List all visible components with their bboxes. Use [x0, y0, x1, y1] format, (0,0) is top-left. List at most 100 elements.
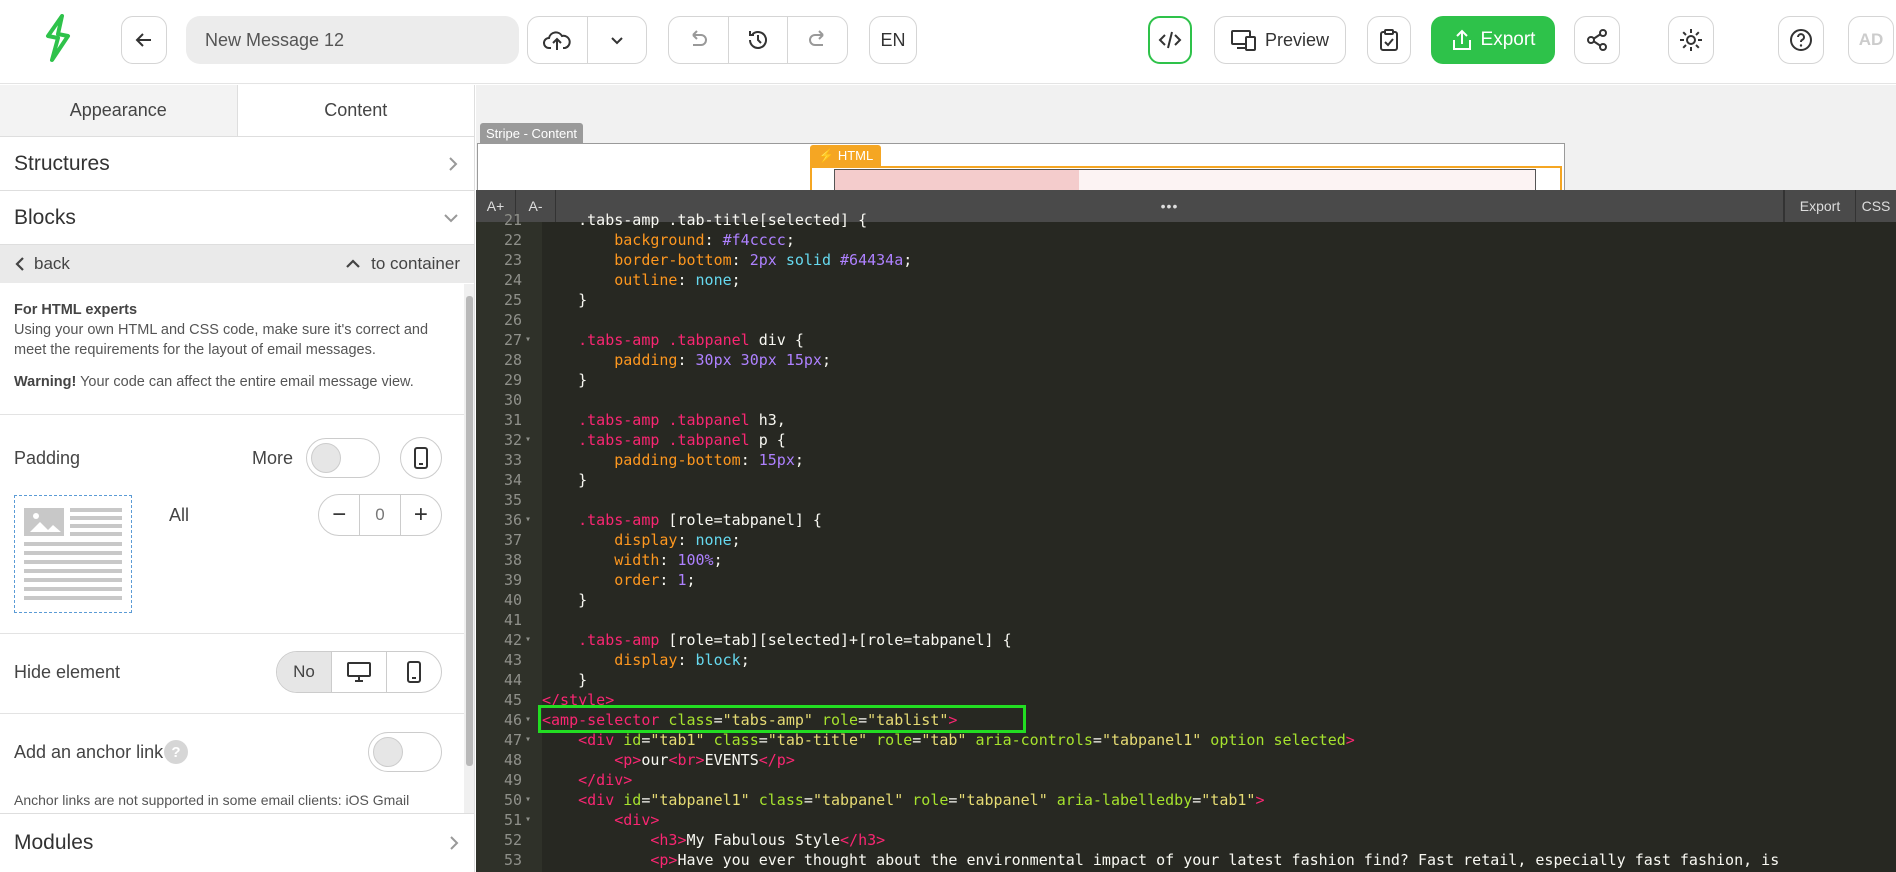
code-line[interactable]: 25 }	[476, 290, 1896, 310]
code-line[interactable]: 52 <h3>My Fabulous Style</h3>	[476, 830, 1896, 850]
code-line[interactable]: 34 }	[476, 470, 1896, 490]
code-line[interactable]: 42 ▾ .tabs-amp [role=tab][selected]+[role…	[476, 630, 1896, 650]
padding-preview	[14, 495, 132, 613]
code-line[interactable]: 28 padding: 30px 30px 15px;	[476, 350, 1896, 370]
language-button[interactable]: EN	[869, 16, 917, 64]
panel-scrollbar[interactable]	[464, 284, 474, 814]
code-line[interactable]: 24 outline: none;	[476, 270, 1896, 290]
share-button[interactable]	[1574, 16, 1620, 64]
anchor-toggle[interactable]	[368, 732, 442, 772]
code-token: :	[677, 531, 696, 549]
more-toggle[interactable]	[306, 438, 380, 478]
test-button[interactable]	[1367, 16, 1411, 64]
code-editor-button[interactable]	[1148, 16, 1192, 64]
code-line[interactable]: 51 ▾ <div>	[476, 810, 1896, 830]
mobile-icon	[407, 661, 421, 683]
code-line[interactable]: 30	[476, 390, 1896, 410]
stripe-tag[interactable]: Stripe - Content	[480, 123, 584, 144]
code-line[interactable]: 37 display: none;	[476, 530, 1896, 550]
fold-arrow-icon[interactable]: ▾	[525, 710, 531, 730]
fold-arrow-icon[interactable]: ▾	[525, 330, 531, 350]
hide-no-option[interactable]: No	[277, 652, 332, 692]
avatar[interactable]: AD	[1848, 16, 1894, 64]
help-button[interactable]	[1778, 16, 1824, 64]
line-number: 42	[503, 631, 522, 649]
preview-button[interactable]: Preview	[1214, 16, 1346, 64]
scrollbar-thumb[interactable]	[466, 296, 473, 766]
code-line[interactable]: 43 display: block;	[476, 650, 1896, 670]
logo-icon[interactable]	[40, 14, 76, 64]
code-line[interactable]: 49 </div>	[476, 770, 1896, 790]
message-title-input[interactable]	[186, 16, 519, 64]
code-line[interactable]: 23 border-bottom: 2px solid #64434a;	[476, 250, 1896, 270]
undo-button[interactable]	[669, 17, 729, 63]
structures-section[interactable]: Structures	[0, 137, 474, 191]
share-icon	[1587, 29, 1607, 51]
all-label: All	[169, 505, 190, 525]
html-block[interactable]	[810, 166, 1562, 190]
tab-appearance[interactable]: Appearance	[0, 85, 237, 136]
code-line[interactable]: 38 width: 100%;	[476, 550, 1896, 570]
code-line[interactable]: 41	[476, 610, 1896, 630]
back-button[interactable]	[121, 16, 167, 64]
code-token: #64434a	[840, 251, 904, 269]
fold-arrow-icon[interactable]: ▾	[525, 630, 531, 650]
code-line[interactable]: 29 }	[476, 370, 1896, 390]
code-token: =	[758, 731, 768, 749]
code-token: block	[695, 651, 741, 669]
code-line[interactable]: 31 .tabs-amp .tabpanel h3,	[476, 410, 1896, 430]
history-button[interactable]	[729, 17, 789, 63]
hide-desktop-option[interactable]	[332, 652, 387, 692]
code-line[interactable]: 44 }	[476, 670, 1896, 690]
back-link[interactable]: back	[14, 254, 70, 274]
blocks-section[interactable]: Blocks	[0, 191, 474, 245]
code-text: .tabs-amp [role=tab][selected]+[role=tab…	[542, 630, 1011, 650]
settings-button[interactable]	[1668, 16, 1714, 64]
increment-button[interactable]: +	[399, 495, 441, 535]
fold-arrow-icon[interactable]: ▾	[525, 790, 531, 810]
fold-arrow-icon[interactable]: ▾	[525, 810, 531, 830]
code-line[interactable]: 35	[476, 490, 1896, 510]
code-line[interactable]: 48 <p>our<br>EVENTS</p>	[476, 750, 1896, 770]
save-dropdown-button[interactable]	[588, 17, 647, 63]
clipboard-check-icon	[1380, 29, 1398, 51]
code-line[interactable]: 26	[476, 310, 1896, 330]
padding-value[interactable]: 0	[360, 505, 399, 525]
html-block-tag[interactable]: ⚡ HTML	[810, 145, 882, 167]
code-line[interactable]: 39 order: 1;	[476, 570, 1896, 590]
to-container-link[interactable]: to container	[345, 254, 460, 274]
help-icon	[1790, 29, 1812, 51]
fold-arrow-icon[interactable]: ▾	[525, 430, 531, 450]
cloud-upload-button[interactable]	[528, 17, 588, 63]
code-line[interactable]: 47 ▾ <div id="tab1" class="tab-title" rol…	[476, 730, 1896, 750]
fold-arrow-icon[interactable]: ▾	[525, 510, 531, 530]
code-token: <div	[578, 791, 615, 809]
code-line[interactable]: 36 ▾ .tabs-amp [role=tabpanel] {	[476, 510, 1896, 530]
redo-button[interactable]	[788, 17, 847, 63]
hide-mobile-option[interactable]	[387, 652, 441, 692]
code-line[interactable]: 32 ▾ .tabs-amp .tabpanel p {	[476, 430, 1896, 450]
decrement-button[interactable]: −	[319, 495, 361, 535]
export-button[interactable]: Export	[1431, 16, 1555, 64]
code-line[interactable]: 50 ▾ <div id="tabpanel1" class="tabpanel"…	[476, 790, 1896, 810]
code-token: none	[695, 531, 732, 549]
code-line[interactable]: 33 padding-bottom: 15px;	[476, 450, 1896, 470]
modules-section[interactable]: Modules	[0, 813, 474, 872]
mobile-padding-button[interactable]	[400, 437, 442, 479]
code-line[interactable]: 40 }	[476, 590, 1896, 610]
help-icon[interactable]: ?	[164, 740, 188, 764]
code-editor[interactable]: A+ A- ••• Export CSS 21 .tabs-amp .tab-t…	[476, 190, 1896, 872]
code-line[interactable]: 21 .tabs-amp .tab-title[selected] {	[476, 210, 1896, 230]
line-number: 38	[503, 551, 522, 569]
code-line[interactable]: 22 background: #f4cccc;	[476, 230, 1896, 250]
line-number: 50	[503, 791, 522, 809]
tab-content[interactable]: Content	[236, 85, 474, 136]
code-line[interactable]: 53 <p>Have you ever thought about the en…	[476, 850, 1896, 870]
code-line[interactable]: 27 ▾ .tabs-amp .tabpanel div {	[476, 330, 1896, 350]
fold-arrow-icon[interactable]: ▾	[525, 730, 531, 750]
line-number: 45	[503, 691, 522, 709]
